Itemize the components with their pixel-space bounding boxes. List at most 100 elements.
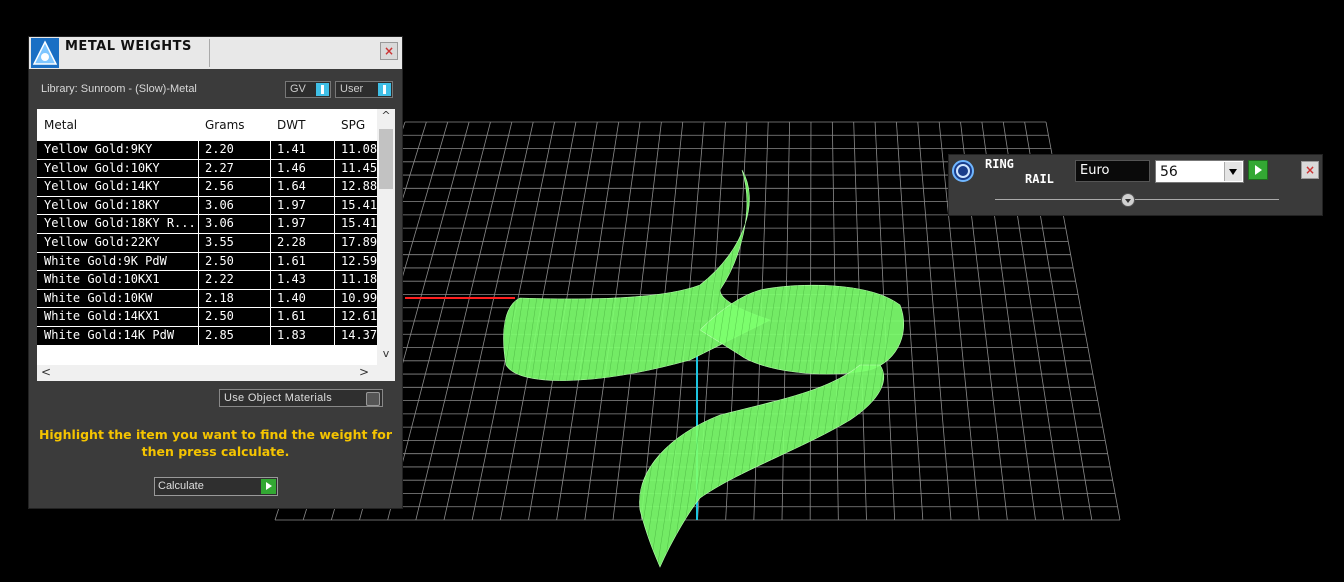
grams-cell: 2.50 bbox=[205, 253, 234, 268]
metal-table[interactable]: Metal Grams DWT SPG Yellow Gold:9KY 2.20 1… bbox=[37, 109, 395, 381]
gv-toggle[interactable]: GV bbox=[285, 81, 331, 98]
grams-cell: 3.06 bbox=[205, 216, 234, 231]
metal-cell: Yellow Gold:10KY bbox=[44, 160, 160, 175]
dwt-cell: 1.41 bbox=[277, 142, 306, 156]
ring-size-value: 56 bbox=[1160, 164, 1178, 180]
close-icon[interactable]: × bbox=[380, 42, 398, 60]
spg-cell: 14.37 bbox=[341, 327, 377, 342]
scroll-left-icon[interactable]: < bbox=[41, 365, 51, 379]
table-row[interactable]: White Gold:14K PdW 2.85 1.83 14.37 bbox=[37, 326, 377, 346]
dwt-cell: 1.97 bbox=[277, 197, 306, 212]
table-row[interactable]: Yellow Gold:10KY 2.27 1.46 11.45 bbox=[37, 159, 377, 179]
use-object-materials-toggle[interactable]: Use Object Materials bbox=[219, 389, 383, 407]
column-header-spg[interactable]: SPG bbox=[341, 118, 365, 132]
ring-rail-panel: RING RAIL Euro 56 × bbox=[948, 154, 1323, 216]
grams-cell: 2.20 bbox=[205, 142, 234, 156]
table-row[interactable]: White Gold:10KW 2.18 1.40 10.99 bbox=[37, 289, 377, 309]
dwt-cell: 1.61 bbox=[277, 253, 306, 268]
column-header-grams[interactable]: Grams bbox=[205, 118, 245, 132]
dwt-cell: 1.97 bbox=[277, 216, 306, 231]
spg-cell: 15.41 bbox=[341, 216, 377, 231]
column-divider bbox=[334, 141, 335, 363]
toggle-on-icon bbox=[378, 83, 391, 96]
spg-cell: 15.41 bbox=[341, 197, 377, 212]
metal-cell: Yellow Gold:9KY bbox=[44, 142, 153, 156]
grams-cell: 2.56 bbox=[205, 179, 234, 194]
spg-cell: 10.99 bbox=[341, 290, 377, 305]
spg-cell: 12.59 bbox=[341, 253, 377, 268]
column-header-metal[interactable]: Metal bbox=[44, 118, 77, 132]
ring-rail-title-line1: RING bbox=[985, 157, 1014, 171]
spg-cell: 12.61 bbox=[341, 309, 377, 324]
library-label: Library: Sunroom - (Slow)-Metal bbox=[41, 83, 197, 95]
sizing-system-value: Euro bbox=[1080, 163, 1110, 178]
dwt-cell: 1.46 bbox=[277, 160, 306, 175]
ring-slider-knob[interactable] bbox=[1121, 193, 1136, 207]
table-row[interactable]: Yellow Gold:22KY 3.55 2.28 17.89 bbox=[37, 233, 377, 253]
spg-cell: 12.88 bbox=[341, 179, 377, 194]
instruction-text: Highlight the item you want to find the … bbox=[38, 427, 393, 459]
column-header-dwt[interactable]: DWT bbox=[277, 118, 305, 132]
metal-weights-panel: METAL WEIGHTS × Library: Sunroom - (Slow… bbox=[28, 36, 403, 509]
sizing-system-field[interactable]: Euro bbox=[1075, 160, 1150, 182]
grams-cell: 3.55 bbox=[205, 234, 234, 249]
table-body: Yellow Gold:9KY 2.20 1.41 11.08 Yellow Gold:… bbox=[37, 141, 377, 346]
gv-toggle-label: GV bbox=[290, 83, 306, 95]
spg-cell: 11.45 bbox=[341, 160, 377, 175]
table-row[interactable]: White Gold:10KX1 2.22 1.43 11.18 bbox=[37, 271, 377, 290]
apply-play-button[interactable] bbox=[1248, 160, 1268, 180]
spg-cell: 11.08 bbox=[341, 142, 377, 156]
table-row[interactable]: White Gold:14KX1 2.50 1.61 12.61 bbox=[37, 308, 377, 327]
grams-cell: 2.50 bbox=[205, 309, 234, 324]
user-toggle-label: User bbox=[340, 83, 364, 95]
metal-cell: White Gold:14K PdW bbox=[44, 327, 175, 342]
table-row[interactable]: White Gold:9K PdW 2.50 1.61 12.59 bbox=[37, 252, 377, 272]
calculate-label: Calculate bbox=[158, 480, 204, 492]
metal-weights-logo-icon bbox=[31, 38, 59, 68]
table-row[interactable]: Yellow Gold:14KY 2.56 1.64 12.88 bbox=[37, 178, 377, 197]
metal-cell: White Gold:10KX1 bbox=[44, 272, 160, 287]
metal-cell: Yellow Gold:18KY R... bbox=[44, 216, 196, 231]
ring-icon bbox=[952, 160, 974, 182]
grams-cell: 2.85 bbox=[205, 327, 234, 342]
grams-cell: 2.22 bbox=[205, 272, 234, 287]
close-icon[interactable]: × bbox=[1301, 161, 1319, 179]
scroll-up-icon[interactable]: ^ bbox=[377, 109, 395, 127]
user-toggle[interactable]: User bbox=[335, 81, 393, 98]
metal-cell: Yellow Gold:18KY bbox=[44, 197, 160, 212]
metal-cell: White Gold:9K PdW bbox=[44, 253, 167, 268]
calculate-button[interactable]: Calculate bbox=[154, 477, 278, 496]
chevron-down-icon[interactable] bbox=[1224, 162, 1242, 181]
column-divider bbox=[198, 141, 199, 363]
table-row[interactable]: Yellow Gold:18KY 3.06 1.97 15.41 bbox=[37, 196, 377, 216]
metal-cell: Yellow Gold:14KY bbox=[44, 179, 160, 194]
table-row[interactable]: Yellow Gold:9KY 2.20 1.41 11.08 bbox=[37, 141, 377, 160]
metal-cell: White Gold:14KX1 bbox=[44, 309, 160, 324]
scroll-down-icon[interactable]: v bbox=[377, 347, 395, 365]
scroll-right-icon[interactable]: > bbox=[359, 365, 369, 379]
dwt-cell: 1.40 bbox=[277, 290, 306, 305]
vertical-scrollbar[interactable]: ^ v bbox=[377, 109, 395, 365]
table-row[interactable]: Yellow Gold:18KY R... 3.06 1.97 15.41 bbox=[37, 215, 377, 234]
scroll-thumb[interactable] bbox=[379, 129, 393, 189]
ring-size-select[interactable]: 56 bbox=[1155, 160, 1244, 183]
horizontal-scrollbar[interactable]: < > bbox=[37, 365, 395, 381]
metal-weights-title: METAL WEIGHTS bbox=[65, 39, 192, 54]
grams-cell: 2.18 bbox=[205, 290, 234, 305]
metal-cell: Yellow Gold:22KY bbox=[44, 234, 160, 249]
ring-model-wireframe[interactable] bbox=[440, 169, 913, 570]
play-icon bbox=[261, 479, 276, 494]
toggle-off-icon bbox=[366, 392, 380, 406]
metal-cell: White Gold:10KW bbox=[44, 290, 153, 305]
ring-band-lower bbox=[639, 364, 885, 568]
spg-cell: 11.18 bbox=[341, 272, 377, 287]
dwt-cell: 1.83 bbox=[277, 327, 306, 342]
use-object-materials-label: Use Object Materials bbox=[224, 392, 333, 404]
grams-cell: 2.27 bbox=[205, 160, 234, 175]
table-header: Metal Grams DWT SPG bbox=[37, 109, 377, 141]
ring-rail-title-line2: RAIL bbox=[1025, 172, 1054, 186]
dwt-cell: 1.64 bbox=[277, 179, 306, 194]
ring-slider-track[interactable] bbox=[995, 199, 1279, 200]
grams-cell: 3.06 bbox=[205, 197, 234, 212]
metal-weights-titlebar[interactable]: METAL WEIGHTS × bbox=[29, 37, 402, 69]
